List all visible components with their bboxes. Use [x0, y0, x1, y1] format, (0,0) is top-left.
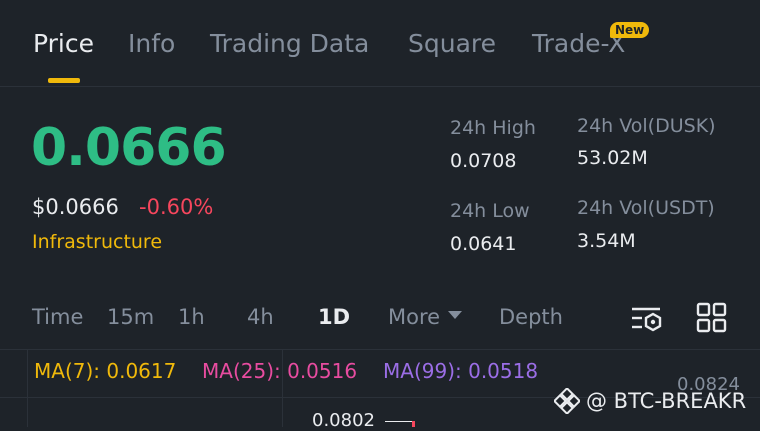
watermark-text: @ BTC-BREAKR: [586, 389, 747, 413]
timeframe-15m[interactable]: 15m: [107, 305, 154, 329]
timeframe-1h[interactable]: 1h: [178, 305, 205, 329]
timeframe-time[interactable]: Time: [32, 305, 83, 329]
more-timeframes-dropdown[interactable]: More: [388, 305, 463, 329]
chart-settings-icon[interactable]: [629, 301, 663, 335]
ma25-label: MA(25): 0.0516: [202, 359, 358, 383]
new-badge: New: [610, 22, 650, 38]
timeframe-4h[interactable]: 4h: [247, 305, 274, 329]
active-tab-indicator: [48, 78, 80, 83]
binance-logo-icon: [554, 388, 580, 414]
ma7-label: MA(7): 0.0617: [34, 359, 177, 383]
tab-info[interactable]: Info: [128, 29, 175, 58]
low-24h-label: 24h Low: [450, 200, 530, 222]
watermark: @ BTC-BREAKR: [554, 388, 746, 414]
chart-high-leader-line: [385, 421, 413, 422]
last-price: 0.0666: [31, 118, 227, 178]
price-change-percent: -0.60%: [139, 195, 214, 219]
category-tag[interactable]: Infrastructure: [32, 231, 162, 253]
high-24h-label: 24h High: [450, 117, 536, 139]
candle-wick: [412, 421, 415, 427]
tab-price[interactable]: Price: [33, 29, 94, 58]
high-24h-value: 0.0708: [450, 150, 517, 172]
vol-quote-label: 24h Vol(USDT): [577, 197, 715, 219]
caret-down-icon: [448, 311, 463, 319]
vol-base-value: 53.02M: [577, 147, 648, 169]
chart-high-label: 0.0802: [312, 410, 375, 431]
timeframe-1d[interactable]: 1D: [318, 305, 350, 329]
low-24h-value: 0.0641: [450, 233, 517, 255]
top-tab-bar: Price Info Trading Data Square Trade-X N…: [0, 0, 760, 87]
usd-price: $0.0666: [32, 195, 119, 219]
tab-trading-data[interactable]: Trading Data: [210, 29, 369, 58]
vol-base-label: 24h Vol(DUSK): [577, 115, 716, 137]
tab-square[interactable]: Square: [408, 29, 496, 58]
chart-top-divider: [0, 349, 760, 350]
ma99-label: MA(99): 0.0518: [383, 359, 539, 383]
depth-tab[interactable]: Depth: [499, 305, 563, 329]
grid-layout-icon[interactable]: [695, 301, 729, 335]
vol-quote-value: 3.54M: [577, 230, 636, 252]
chart-grid-vline: [27, 350, 28, 427]
more-label: More: [388, 305, 441, 329]
